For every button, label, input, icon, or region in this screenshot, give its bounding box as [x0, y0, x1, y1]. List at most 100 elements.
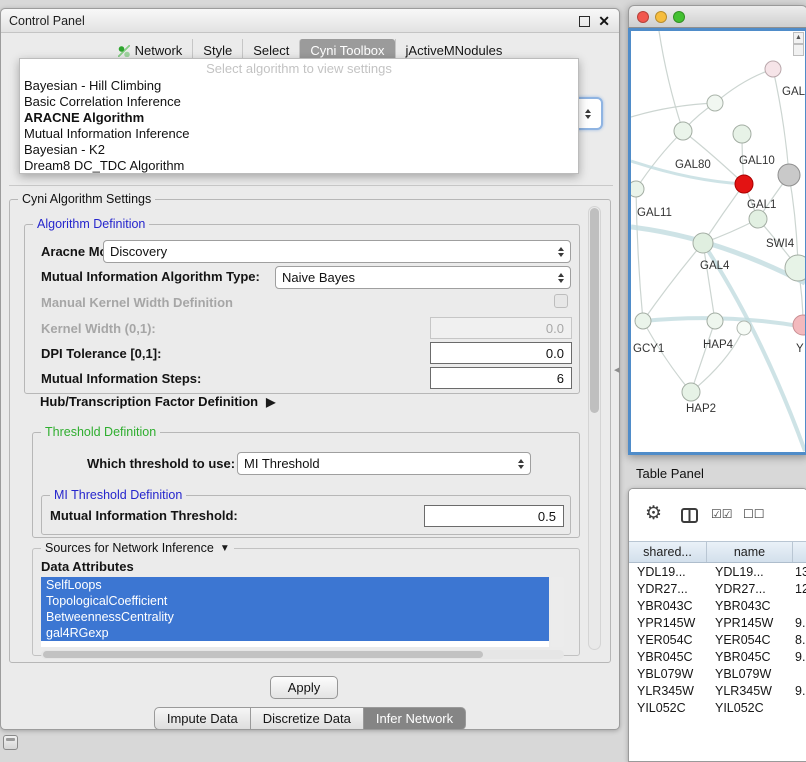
network-node[interactable] — [693, 233, 713, 253]
kernel-width-field[interactable]: 0.0 — [430, 317, 572, 339]
which-threshold-select[interactable]: MI Threshold — [237, 452, 531, 475]
table-cell: YDL19... — [629, 565, 707, 579]
table-column-header[interactable]: name — [707, 542, 793, 562]
network-node[interactable] — [682, 383, 700, 401]
attribute-item[interactable]: TopologicalCoefficient — [41, 593, 549, 609]
attribute-item[interactable]: BetweennessCentrality — [41, 609, 549, 625]
control-panel-titlebar[interactable]: Control Panel ✕ — [1, 9, 619, 33]
manual-kernel-width-checkbox[interactable] — [554, 294, 568, 308]
tab-label: Cyni Toolbox — [310, 43, 384, 58]
minimize-traffic-light[interactable] — [655, 11, 667, 23]
table-row[interactable]: YIL052CYIL052C — [629, 699, 806, 716]
attributes-vertical-scrollbar[interactable] — [551, 577, 564, 647]
network-graph[interactable]: GALGAL80GAL10GAL11GAL1SWI4GAL4GCY1HAP4HA… — [631, 31, 805, 452]
node-label: GAL11 — [637, 207, 672, 219]
deselect-all-icon[interactable]: ☐☐ — [743, 507, 765, 521]
table-cell: YLR345W — [707, 684, 793, 698]
sources-expander[interactable]: Sources for Network Inference ▼ — [41, 541, 234, 555]
network-node[interactable] — [778, 164, 800, 186]
network-node[interactable] — [793, 315, 805, 335]
mi-algorithm-type-select[interactable]: Naive Bayes — [275, 266, 571, 289]
bottom-tab-impute-data[interactable]: Impute Data — [154, 707, 251, 730]
node-label: GAL4 — [700, 260, 730, 272]
network-edge — [643, 321, 691, 392]
table-cell: YBR043C — [707, 599, 793, 613]
network-scrollbar[interactable]: ▲ — [793, 32, 804, 56]
algorithm-option[interactable]: Bayesian - Hill Climbing — [20, 78, 578, 94]
close-window-button[interactable]: ✕ — [598, 12, 610, 30]
tab-label: Style — [203, 43, 232, 58]
table-row[interactable]: YLR345WYLR345W9. — [629, 682, 806, 699]
mi-threshold-field[interactable]: 0.5 — [424, 505, 564, 527]
network-node[interactable] — [749, 210, 767, 228]
stepper-arrows-icon — [558, 247, 564, 257]
table-cell: YDR27... — [707, 582, 793, 596]
table-cell: 9. — [793, 650, 806, 664]
settings-scrollbar[interactable] — [588, 206, 601, 650]
dpi-tolerance-field[interactable]: 0.0 — [430, 342, 572, 364]
zoom-traffic-light[interactable] — [673, 11, 685, 23]
network-canvas[interactable]: GALGAL80GAL10GAL11GAL1SWI4GAL4GCY1HAP4HA… — [628, 28, 806, 455]
mi-threshold-group: MI Threshold Definition Mutual Informati… — [41, 495, 571, 535]
panel-collapse-icon[interactable]: ◂ — [614, 363, 620, 376]
table-row[interactable]: YBR043CYBR043C — [629, 597, 806, 614]
network-edge — [789, 175, 798, 268]
network-node[interactable] — [674, 122, 692, 140]
network-node[interactable] — [765, 61, 781, 77]
expander-down-icon[interactable]: ▼ — [220, 543, 230, 554]
hub-section-label: Hub/Transcription Factor Definition — [40, 394, 258, 409]
table-cell: 12 — [793, 582, 806, 596]
expander-right-icon[interactable]: ▶ — [266, 395, 275, 409]
minimized-panel-icon[interactable] — [3, 735, 18, 750]
bottom-tab-discretize-data[interactable]: Discretize Data — [251, 707, 364, 730]
gear-icon[interactable]: ⚙ — [645, 502, 662, 525]
network-node[interactable] — [631, 181, 644, 197]
table-row[interactable]: YPR145WYPR145W9. — [629, 614, 806, 631]
table-column-header[interactable]: shared... — [629, 542, 707, 562]
network-node[interactable] — [735, 175, 753, 193]
network-node[interactable] — [737, 321, 751, 335]
attribute-item[interactable]: SelfLoops — [41, 577, 549, 593]
scroll-thumb[interactable] — [793, 44, 804, 56]
network-edge — [659, 31, 683, 131]
network-node[interactable] — [635, 313, 651, 329]
aracne-mode-value: Discovery — [110, 244, 167, 259]
manual-kernel-width-label: Manual Kernel Width Definition — [41, 295, 233, 310]
scroll-up-icon[interactable]: ▲ — [793, 32, 804, 44]
network-node[interactable] — [707, 313, 723, 329]
network-node[interactable] — [707, 95, 723, 111]
select-all-icon[interactable]: ☑☑ — [711, 507, 733, 521]
node-label: GCY1 — [633, 343, 664, 355]
table-row[interactable]: YBR045CYBR045C9. — [629, 648, 806, 665]
table-row[interactable]: YBL079WYBL079W — [629, 665, 806, 682]
columns-icon[interactable] — [681, 508, 698, 523]
cyni-algorithm-settings-group: Cyni Algorithm Settings Algorithm Defini… — [9, 199, 611, 663]
bottom-tab-infer-network[interactable]: Infer Network — [364, 707, 466, 730]
table-row[interactable]: YDL19...YDL19...13 — [629, 563, 806, 580]
network-node[interactable] — [733, 125, 751, 143]
attribute-item[interactable]: gal4RGexp — [41, 625, 549, 641]
algorithm-option[interactable]: Dream8 DC_TDC Algorithm — [20, 158, 578, 174]
apply-button[interactable]: Apply — [270, 676, 338, 699]
attributes-horizontal-scrollbar-thumb[interactable] — [43, 651, 483, 658]
float-window-button[interactable] — [579, 16, 590, 27]
mi-steps-value: 6 — [557, 371, 564, 386]
table-column-header[interactable] — [793, 542, 806, 562]
data-attributes-list[interactable]: SelfLoopsTopologicalCoefficientBetweenne… — [41, 577, 549, 647]
algorithm-option[interactable]: Bayesian - K2 — [20, 142, 578, 158]
table-row[interactable]: YER054CYER054C8. — [629, 631, 806, 648]
table-cell: YBR045C — [629, 650, 707, 664]
attributes-horizontal-scrollbar[interactable] — [41, 650, 564, 659]
mi-steps-field[interactable]: 6 — [430, 367, 572, 389]
network-window-titlebar[interactable] — [628, 5, 806, 28]
algorithm-option[interactable]: ARACNE Algorithm — [20, 110, 578, 126]
stepper-arrows-icon — [558, 273, 564, 283]
table-row[interactable]: YDR27...YDR27...12 — [629, 580, 806, 597]
network-edge — [773, 69, 789, 175]
close-traffic-light[interactable] — [637, 11, 649, 23]
algorithm-option[interactable]: Basic Correlation Inference — [20, 94, 578, 110]
settings-scrollbar-thumb[interactable] — [590, 208, 599, 413]
algorithm-option[interactable]: Mutual Information Inference — [20, 126, 578, 142]
hub-transcription-factor-expander[interactable]: Hub/Transcription Factor Definition ▶ — [40, 394, 275, 409]
aracne-mode-select[interactable]: Discovery — [103, 240, 571, 263]
